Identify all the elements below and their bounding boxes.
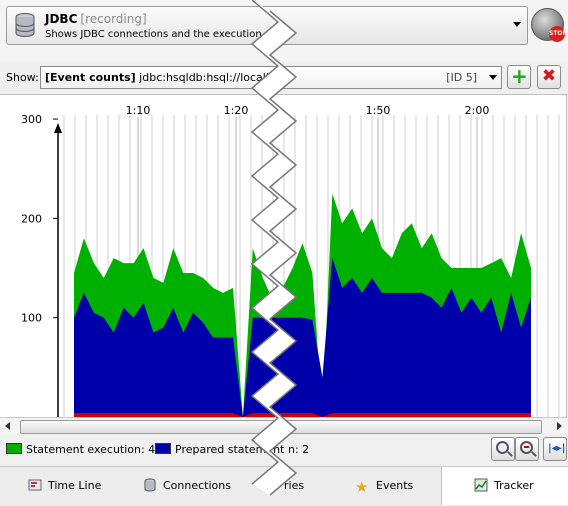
- legend-swatch-prepared: [155, 443, 171, 454]
- scroll-right-icon[interactable]: [553, 420, 566, 433]
- tab-tracker[interactable]: Tracker: [441, 467, 568, 505]
- y-tick-label: 200: [21, 212, 42, 225]
- fit-to-window-button[interactable]: |◂▸|: [543, 437, 567, 461]
- stop-recording-button[interactable]: STOP: [531, 8, 567, 42]
- add-button[interactable]: +: [507, 65, 531, 89]
- y-tick-label: 100: [21, 312, 42, 325]
- database-icon: [15, 13, 35, 37]
- zoom-in-button[interactable]: [491, 437, 515, 461]
- stop-icon: STOP: [549, 26, 567, 42]
- timeline-icon: [28, 479, 42, 491]
- tracker-icon: [474, 478, 488, 492]
- chevron-down-icon[interactable]: [489, 75, 497, 80]
- close-icon: ✖: [541, 66, 557, 86]
- remove-button[interactable]: ✖: [537, 65, 561, 89]
- zoom-out-icon: [520, 441, 533, 454]
- zoom-in-icon: [496, 441, 509, 454]
- legend-item-statement: Statement execution: 40: [6, 443, 162, 456]
- x-tick-label: 2:00: [465, 104, 490, 117]
- scroll-left-icon[interactable]: [2, 420, 15, 433]
- connection-id: [ID 5]: [446, 71, 477, 84]
- tab-time-line[interactable]: Time Line: [28, 467, 101, 505]
- show-label: Show:: [6, 71, 39, 84]
- star-icon: ★: [355, 478, 369, 496]
- zoom-out-button[interactable]: [515, 437, 539, 461]
- x-tick-label: 1:10: [126, 104, 151, 117]
- plus-icon: +: [511, 64, 528, 88]
- tab-events[interactable]: ★ Events: [355, 467, 413, 505]
- y-tick-label: 300: [21, 113, 42, 126]
- fit-width-icon: |◂▸|: [548, 443, 566, 454]
- recording-status: [recording]: [80, 12, 147, 26]
- chevron-down-icon[interactable]: [509, 7, 525, 44]
- torn-edge-overlay: [250, 0, 298, 496]
- legend-swatch-statement: [6, 443, 22, 454]
- y-axis-arrow: [54, 123, 62, 133]
- x-tick-label: 1:50: [366, 104, 391, 117]
- tab-connections[interactable]: Connections: [143, 467, 231, 505]
- database-icon: [144, 478, 156, 492]
- probe-title: JDBC [recording]: [45, 12, 147, 26]
